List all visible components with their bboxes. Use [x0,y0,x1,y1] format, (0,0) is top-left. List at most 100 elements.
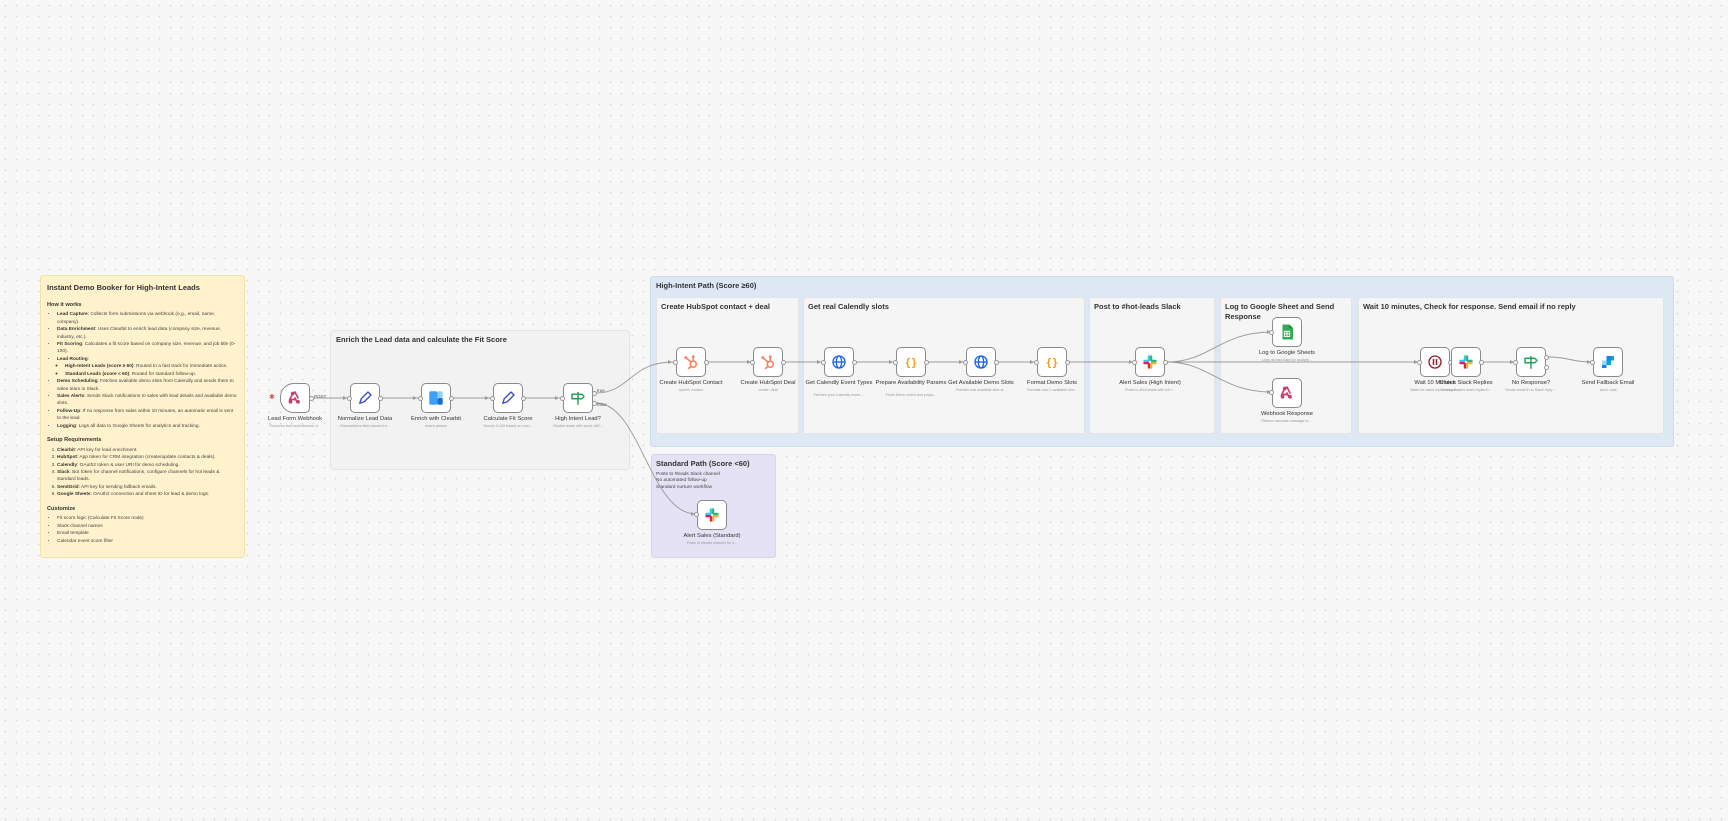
label-sheets: Log to Google Sheets [1258,350,1316,356]
edge-noresp-email [1547,356,1593,363]
slack-icon [1459,355,1473,369]
handle-slots-in[interactable] [963,360,968,365]
handle-if-in[interactable] [560,396,565,401]
globe-icon [974,355,988,369]
sendgrid-icon [1602,356,1614,368]
handle-slackhigh-in[interactable] [1132,360,1137,365]
edge-label-post: POST [314,394,327,399]
handle-types-out[interactable] [852,360,857,365]
slack-icon [1143,355,1157,369]
sub-slack-high: Posts to #hot-leads with full l... [1125,388,1175,392]
handle-hsdeal-in[interactable] [750,360,755,365]
handle-noresp-false[interactable] [1544,365,1549,370]
label-if: High Intent Lead? [555,416,601,422]
handle-hscontact-in[interactable] [673,360,678,365]
node-alert-sales-standard[interactable] [697,500,727,530]
node-prepare-availability-params[interactable]: {} [896,347,926,377]
handle-format-in[interactable] [1034,360,1039,365]
node-send-fallback-email[interactable] [1593,347,1623,377]
pencil-icon [502,391,515,404]
node-get-calendly-event-types[interactable] [824,347,854,377]
label-format: Format Demo Slots [1027,380,1077,386]
label-email: Send Fallback Email [1581,380,1635,386]
node-enrich-clearbit[interactable] [421,383,451,413]
pause-icon [1428,355,1442,369]
handle-if-false[interactable] [592,401,597,406]
sub-hs-deal: create: deal [758,388,778,392]
sub-email: send: mail [1599,388,1617,392]
label-hs-contact: Create HubSpot Contact [659,380,723,386]
clearbit-icon [429,391,443,405]
label-noresp: No Response? [1511,380,1551,386]
hubspot-icon [684,355,697,370]
handle-wait-in[interactable] [1417,360,1422,365]
node-check-slack-replies[interactable] [1451,347,1481,377]
edge-label-true: true [597,388,605,393]
handle-noresp-true[interactable] [1544,355,1549,360]
handle-hscontact-out[interactable] [704,360,709,365]
sub-noresp: Sends email if no Slack reply ... [1505,388,1557,392]
handle-params-out[interactable] [924,360,929,365]
globe-icon [832,355,846,369]
webhook-icon [1280,386,1292,399]
workflow-canvas[interactable]: Instant Demo Booker for High-Intent Lead… [0,0,1728,821]
google-sheets-icon [1282,324,1293,340]
sub-if: Routes leads with score ≥60... [553,424,603,428]
handle-sheets-in[interactable] [1269,330,1274,335]
sub-slack-std: Posts to #leads channel for s... [686,541,738,545]
handle-format-out[interactable] [1065,360,1070,365]
node-wait-10-minutes[interactable] [1420,347,1450,377]
handle-fit-in[interactable] [490,396,495,401]
node-create-hubspot-contact[interactable] [676,347,706,377]
handle-respond-in[interactable] [1269,390,1274,395]
svg-text:{}: {} [1046,357,1059,369]
handle-email-in[interactable] [1590,360,1595,365]
node-create-hubspot-deal[interactable] [753,347,783,377]
node-no-response[interactable] [1516,347,1546,377]
node-lead-form-webhook[interactable] [280,383,310,413]
handle-slots-out[interactable] [994,360,999,365]
edge-label-false: false [597,402,607,407]
sub-respond: Returns success message to ... [1261,419,1313,423]
handle-hsdeal-out[interactable] [781,360,786,365]
connections-layer [313,330,1593,516]
node-calculate-fit-score[interactable] [493,383,523,413]
handle-clearbit-in[interactable] [418,396,423,401]
handle-normalize-in[interactable] [347,396,352,401]
handle-slackhigh-out[interactable] [1163,360,1168,365]
node-normalize-lead-data[interactable] [350,383,380,413]
trigger-bolt-icon: ✱ [269,394,275,401]
handle-if-true[interactable] [592,391,597,396]
sub-format: Formats next 3 available slot... [1026,388,1077,392]
node-log-google-sheets[interactable] [1272,317,1302,347]
slack-icon [705,508,719,522]
handle-noresp-in[interactable] [1513,360,1518,365]
sub-hs-contact: upsert: contact [678,388,704,392]
label-slack-std: Alert Sales (Standard) [683,533,741,539]
handle-normalize-out[interactable] [378,396,383,401]
handle-clearbit-out[interactable] [449,396,454,401]
node-webhook-response[interactable] [1272,378,1302,408]
label-respond: Webhook Response [1260,411,1314,417]
pencil-icon [359,391,372,404]
node-alert-sales-high-intent[interactable] [1135,347,1165,377]
handle-slackstd-in[interactable] [694,512,699,517]
sub-sheets: Logs all lead data for analytic... [1261,358,1313,362]
node-high-intent-lead[interactable] [563,383,593,413]
handle-params-in[interactable] [893,360,898,365]
node-get-available-demo-slots[interactable] [966,347,996,377]
hubspot-icon [761,355,774,370]
handle-fit-out[interactable] [521,396,526,401]
if-signpost-icon [1524,356,1538,369]
webhook-icon [288,391,300,404]
if-signpost-icon [571,392,585,405]
handle-check-out[interactable] [1479,360,1484,365]
code-braces-icon: {} [1046,357,1059,369]
label-slack-high: Alert Sales (High Intent) [1119,380,1181,386]
handle-types-in[interactable] [821,360,826,365]
handle-webhook-out[interactable] [309,396,314,401]
sub-prep-params: Finds Demo event and prepa... [885,393,937,397]
svg-text:{}: {} [905,357,918,369]
node-format-demo-slots[interactable]: {} [1037,347,1067,377]
code-braces-icon: {} [905,357,918,369]
